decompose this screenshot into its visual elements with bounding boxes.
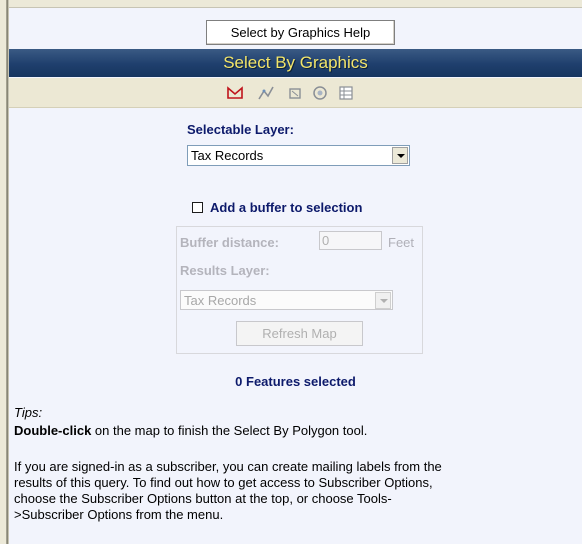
- select-by-graphics-help-button[interactable]: Select by Graphics Help: [206, 20, 395, 45]
- top-frame-edge: [9, 0, 582, 8]
- chevron-down-icon[interactable]: [392, 147, 408, 164]
- table-view-icon[interactable]: [338, 85, 354, 101]
- circle-tool-icon[interactable]: [311, 85, 327, 101]
- results-layer-select[interactable]: Tax Records: [180, 290, 393, 310]
- tips-heading: Tips:: [14, 405, 43, 420]
- add-buffer-row: Add a buffer to selection: [192, 200, 362, 215]
- tip-double-click-text: on the map to finish the Select By Polyg…: [91, 423, 368, 438]
- chevron-down-icon[interactable]: [375, 292, 391, 309]
- tip-subscriber-line: If you are signed-in as a subscriber, yo…: [14, 459, 442, 474]
- add-buffer-label: Add a buffer to selection: [210, 200, 363, 215]
- buffer-unit-label: Feet: [388, 235, 415, 250]
- polygon-tool-icon[interactable]: [227, 85, 243, 101]
- tip-double-click-bold: Double-click: [14, 423, 92, 438]
- results-layer-label: Results Layer:: [180, 263, 270, 278]
- results-layer-value: Tax Records: [184, 293, 257, 308]
- select-by-graphics-panel: Select by Graphics Help Select By Graphi…: [9, 0, 582, 544]
- panel-title: Select By Graphics: [9, 49, 582, 77]
- tip-subscriber-line: >Subscriber Options from the menu.: [14, 507, 224, 522]
- tip-subscriber-line: choose the Subscriber Options button at …: [14, 491, 392, 506]
- selectable-layer-value: Tax Records: [191, 148, 264, 163]
- rectangle-tool-icon[interactable]: [287, 85, 303, 101]
- buffer-distance-label: Buffer distance:: [180, 235, 279, 250]
- graphics-toolbar: [9, 78, 582, 108]
- add-buffer-checkbox[interactable]: [192, 202, 203, 213]
- line-tool-icon[interactable]: [258, 85, 274, 101]
- refresh-map-button[interactable]: Refresh Map: [236, 321, 363, 346]
- tip-double-click: Double-click on the map to finish the Se…: [14, 423, 367, 438]
- buffer-distance-input[interactable]: 0: [319, 231, 382, 250]
- left-frame-strip: [0, 0, 9, 544]
- features-selected-count: 0 Features selected: [235, 374, 356, 389]
- selectable-layer-select[interactable]: Tax Records: [187, 145, 410, 166]
- buffer-options-panel: Buffer distance: 0 Feet Results Layer: T…: [176, 226, 423, 354]
- tip-subscriber-line: results of this query. To find out how t…: [14, 475, 433, 490]
- selectable-layer-label: Selectable Layer:: [187, 122, 294, 137]
